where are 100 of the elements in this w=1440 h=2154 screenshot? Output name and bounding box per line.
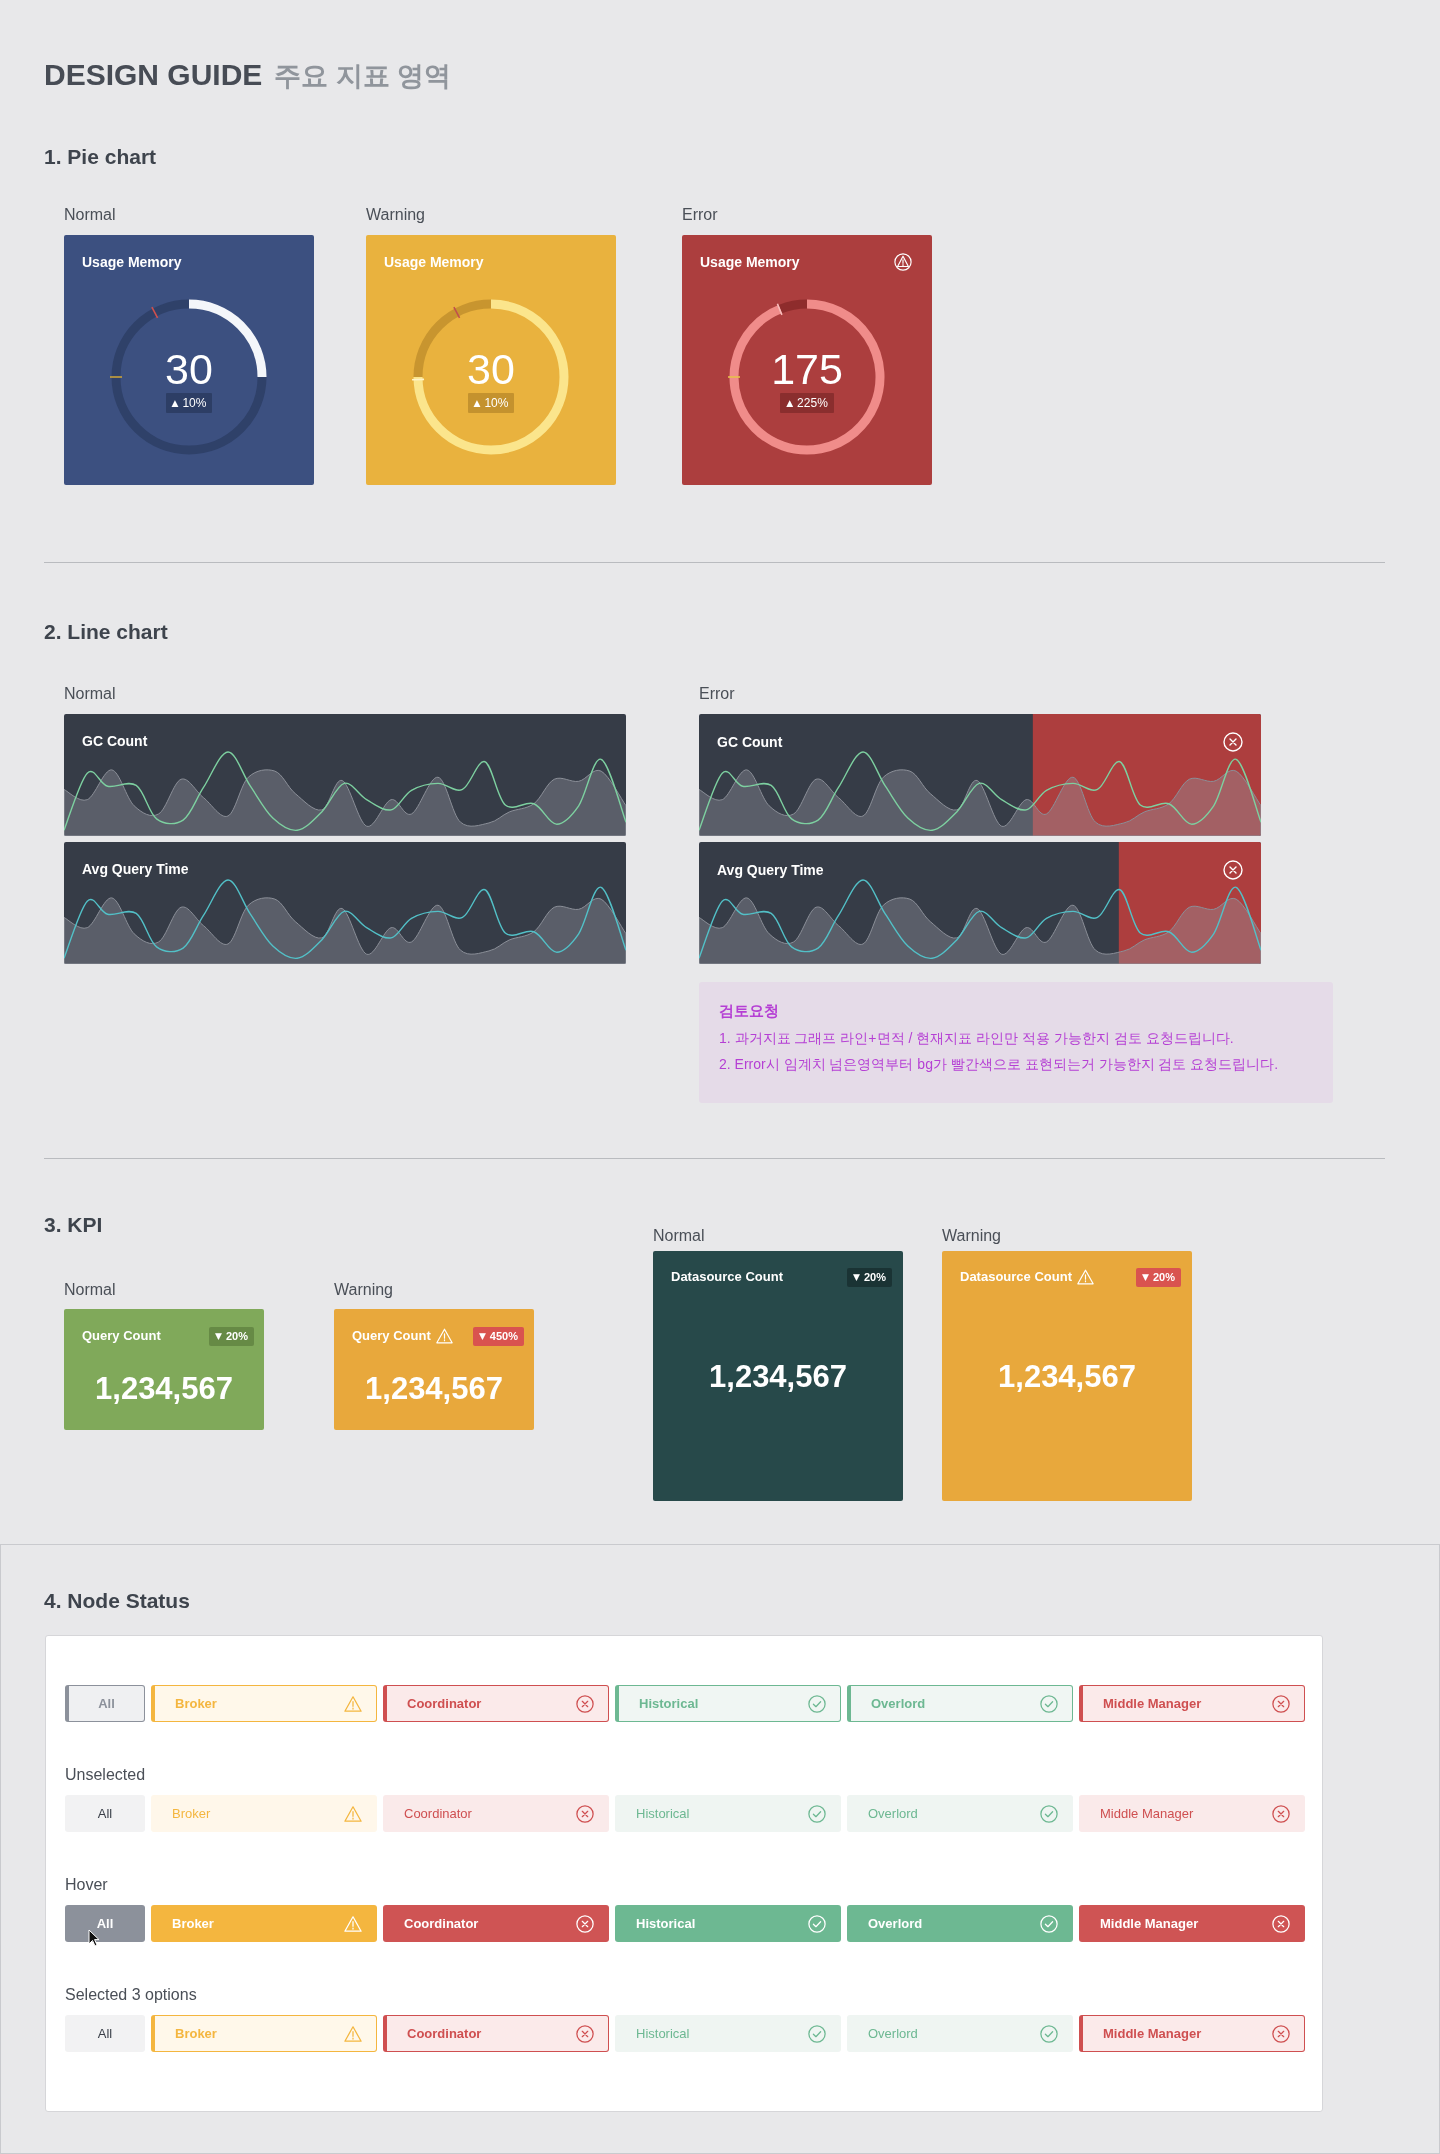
section-heading: 3. KPI <box>44 1212 103 1238</box>
all-filter-button[interactable]: All <box>65 2015 145 2052</box>
node-filter-button[interactable]: Broker <box>151 1795 377 1832</box>
warning-icon <box>344 1694 362 1713</box>
threshold-tick <box>151 306 159 319</box>
change-percent: 10% <box>484 396 509 410</box>
change-percent: 225% <box>797 396 828 410</box>
note-text: 2. Error시 임계치 넘은영역부터 bg가 빨간색으로 표현되는거 가능한지 검토 요청드립니다. <box>719 1055 1279 1074</box>
check-circle-icon <box>808 1804 826 1823</box>
change-percent: 20% <box>1152 1270 1175 1284</box>
chart-title: GC Count <box>717 733 783 751</box>
x-circle-icon <box>1223 860 1243 880</box>
section-heading: 1. Pie chart <box>44 144 157 170</box>
state-label: Selected 3 options <box>65 1985 197 2005</box>
node-filter-button[interactable]: Middle Manager <box>1079 1795 1305 1832</box>
all-filter-button[interactable]: All <box>65 1795 145 1832</box>
state-label: Warning <box>942 1226 1001 1246</box>
x-circle-icon <box>576 1804 594 1823</box>
node-filter-button[interactable]: Middle Manager <box>1079 1685 1305 1722</box>
node-filter-button[interactable]: Coordinator <box>383 1685 609 1722</box>
metric-value: 175 <box>771 347 843 391</box>
node-filter-button[interactable]: Overlord <box>847 2015 1073 2052</box>
node-filter-button[interactable]: Broker <box>151 1685 377 1722</box>
threshold-tick <box>453 306 461 319</box>
x-circle-icon <box>1223 732 1243 752</box>
x-circle-icon <box>576 2024 594 2043</box>
remaining-arc <box>778 299 808 314</box>
trend-arrow: ▼ <box>215 1330 222 1342</box>
state-label: Warning <box>366 205 425 225</box>
check-circle-icon <box>808 2024 826 2043</box>
check-circle-icon <box>1040 2024 1058 2043</box>
check-circle-icon <box>1040 1914 1058 1933</box>
threshold-tick <box>411 378 425 381</box>
state-label: Error <box>682 205 718 225</box>
warning-icon <box>435 1328 453 1344</box>
node-filter-button[interactable]: Overlord <box>847 1905 1073 1942</box>
node-filter-button[interactable]: Historical <box>615 1795 841 1832</box>
warning-circle-icon <box>894 253 912 271</box>
node-filter-button[interactable]: Broker <box>151 2015 377 2052</box>
x-circle-icon <box>576 1694 594 1713</box>
x-circle-icon <box>576 1914 594 1933</box>
warning-icon <box>1076 1269 1094 1285</box>
metric-value: 30 <box>467 347 515 391</box>
change-percent: 10% <box>182 396 207 410</box>
threshold-tick <box>727 376 741 378</box>
state-label: Normal <box>64 1280 116 1300</box>
metric-value: 1,234,567 <box>365 1371 503 1407</box>
trend-arrow: ▲ <box>786 397 794 409</box>
all-filter-button[interactable]: All <box>65 1685 145 1722</box>
card-title: Usage Memory <box>700 253 800 271</box>
note-text: 1. 과거지표 그래프 라인+면적 / 현재지표 라인만 적용 가능한지 검토 요청드립니다. <box>719 1029 1234 1048</box>
x-circle-icon <box>1272 2024 1290 2043</box>
chart-title: GC Count <box>82 732 148 750</box>
node-filter-button[interactable]: Historical <box>615 1905 841 1942</box>
chart-title: Avg Query Time <box>82 860 189 878</box>
chart-title: Avg Query Time <box>717 861 824 879</box>
card-title: Usage Memory <box>82 253 182 271</box>
node-filter-button[interactable]: Coordinator <box>383 2015 609 2052</box>
change-percent: 20% <box>863 1270 886 1284</box>
card-title: Datasource Count <box>671 1268 783 1286</box>
warning-icon <box>344 2024 362 2043</box>
card-title: Query Count <box>352 1327 431 1345</box>
trend-arrow: ▼ <box>853 1271 860 1283</box>
node-filter-button[interactable]: Historical <box>615 1685 841 1722</box>
node-filter-button[interactable]: Coordinator <box>383 1795 609 1832</box>
x-circle-icon <box>1272 1914 1290 1933</box>
threshold-tick <box>776 302 783 316</box>
state-label: Hover <box>65 1875 108 1895</box>
state-label: Normal <box>64 684 116 704</box>
node-filter-button[interactable]: Broker <box>151 1905 377 1942</box>
state-label: Unselected <box>65 1765 146 1785</box>
node-filter-button[interactable]: Overlord <box>847 1685 1073 1722</box>
trend-arrow: ▼ <box>478 1330 486 1342</box>
change-percent: 450% <box>489 1329 518 1343</box>
change-percent: 20% <box>225 1329 248 1343</box>
state-label: Normal <box>653 1226 705 1246</box>
note-title: 검토요청 <box>719 1001 779 1021</box>
trend-arrow: ▼ <box>1142 1271 1149 1283</box>
card-title: Query Count <box>82 1327 161 1345</box>
metric-value: 1,234,567 <box>95 1371 233 1407</box>
warning-icon <box>344 1914 362 1933</box>
cursor-icon <box>88 1929 100 1947</box>
node-filter-button[interactable]: Historical <box>615 2015 841 2052</box>
section-heading: 4. Node Status <box>44 1588 190 1614</box>
state-label: Warning <box>334 1280 393 1300</box>
section-heading: 2. Line chart <box>44 619 168 645</box>
metric-value: 30 <box>165 347 213 391</box>
threshold-tick <box>109 376 123 378</box>
trend-arrow: ▲ <box>473 397 481 409</box>
page-title: DESIGN GUIDE <box>44 57 263 93</box>
node-filter-button[interactable]: Middle Manager <box>1079 1905 1305 1942</box>
node-filter-button[interactable]: Overlord <box>847 1795 1073 1832</box>
card-title: Datasource Count <box>960 1268 1072 1286</box>
metric-value: 1,234,567 <box>709 1359 847 1395</box>
state-label: Error <box>699 684 735 704</box>
node-filter-button[interactable]: Coordinator <box>383 1905 609 1942</box>
state-label: Normal <box>64 205 116 225</box>
check-circle-icon <box>1040 1694 1058 1713</box>
warning-icon <box>344 1804 362 1823</box>
node-filter-button[interactable]: Middle Manager <box>1079 2015 1305 2052</box>
